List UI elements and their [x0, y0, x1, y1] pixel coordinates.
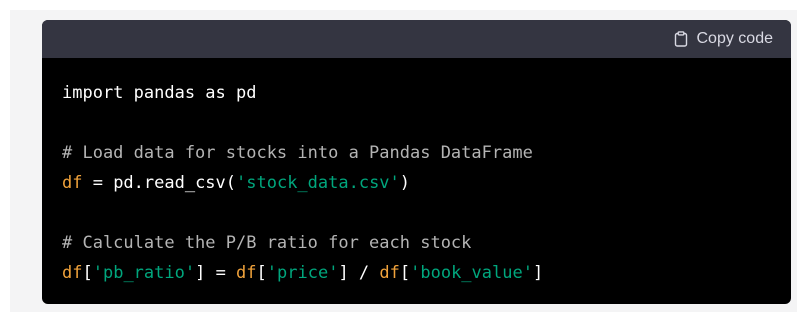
code-token-var: df: [236, 263, 257, 283]
code-token-comment: # Load data for stocks into a Pandas Dat…: [62, 143, 533, 163]
code-line: df = pd.read_csv('stock_data.csv'): [62, 168, 791, 198]
copy-code-button[interactable]: Copy code: [674, 30, 774, 48]
code-body[interactable]: import pandas as pd # Load data for stoc…: [42, 58, 791, 288]
code-token-string: 'price': [266, 263, 339, 283]
code-token-plain: ] =: [195, 263, 237, 283]
clipboard-icon: [674, 31, 688, 47]
code-token-plain: [: [82, 263, 93, 283]
code-token-var: df: [379, 263, 400, 283]
copy-code-label: Copy code: [696, 30, 774, 47]
code-token-string: 'book_value': [410, 263, 533, 283]
code-block: Copy code import pandas as pd # Load dat…: [42, 20, 791, 304]
code-token-string: 'stock_data.csv': [236, 173, 400, 193]
code-token-var: df: [62, 173, 83, 193]
code-token-plain: = pd.read_csv(: [82, 173, 237, 193]
code-token-plain: ]: [532, 263, 544, 283]
code-block-header: Copy code: [42, 20, 791, 58]
code-line: # Calculate the P/B ratio for each stock: [62, 228, 791, 258]
code-token-var: df: [62, 263, 83, 283]
code-token-plain: ] /: [338, 263, 380, 283]
page: Copy code import pandas as pd # Load dat…: [0, 0, 797, 312]
code-line: import pandas as pd: [62, 78, 791, 108]
code-line: df['pb_ratio'] = df['price'] / df['book_…: [62, 258, 791, 288]
code-token-plain: ): [399, 173, 411, 193]
code-token-comment: # Calculate the P/B ratio for each stock: [62, 233, 472, 253]
code-token-plain: import pandas as pd: [62, 83, 257, 103]
code-token-plain: [: [256, 263, 267, 283]
code-line: # Load data for stocks into a Pandas Dat…: [62, 138, 791, 168]
code-token-string: 'pb_ratio': [92, 263, 196, 283]
code-token-plain: [: [399, 263, 411, 283]
